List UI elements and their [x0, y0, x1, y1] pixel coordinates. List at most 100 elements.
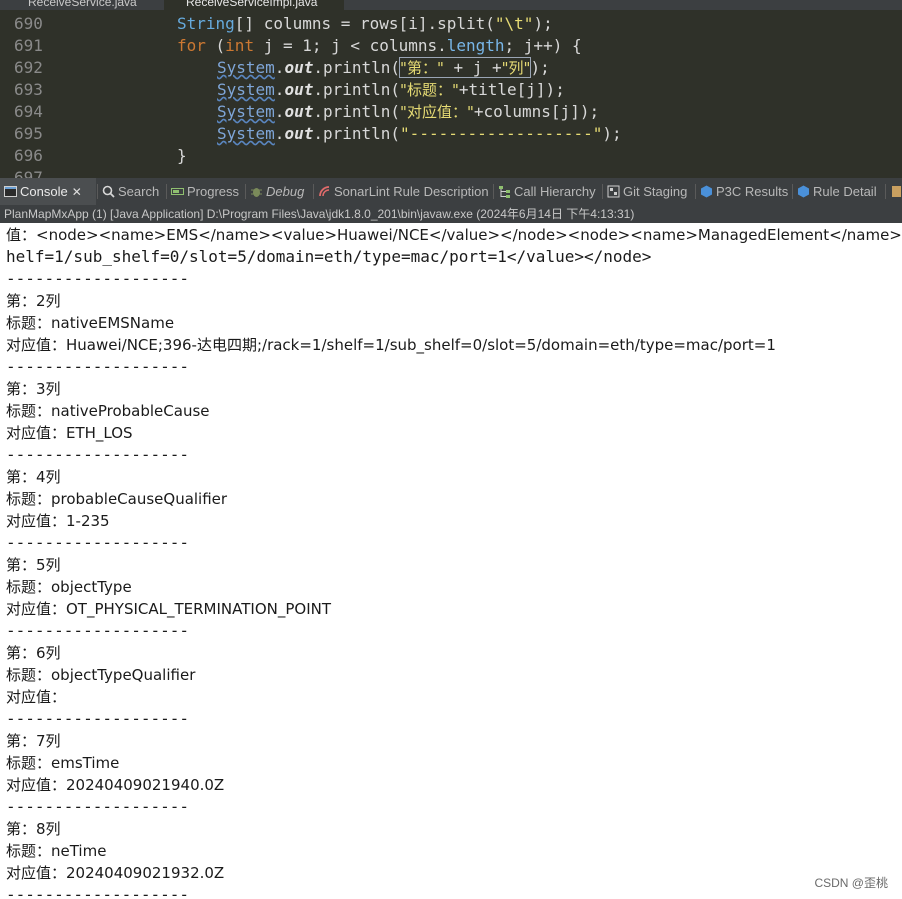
code-token: out: [284, 58, 314, 77]
code-token: "标题：": [400, 81, 459, 99]
console-line: 标题：objectTypeQualifier: [6, 666, 196, 684]
line-number: 696: [14, 146, 43, 165]
code-token: );: [533, 14, 553, 33]
tab-debug[interactable]: Debug: [246, 178, 312, 205]
tab-label: Call Hierarchy: [514, 184, 596, 199]
tab-label: Progress: [187, 184, 240, 199]
console-line: 对应值：20240409021932.0Z: [6, 864, 225, 882]
console-line: 第：3列: [6, 380, 61, 398]
call-hierarchy-icon: [498, 180, 511, 198]
line-number-gutter: 690 691 692 693 694 695 696 697: [0, 10, 66, 178]
editor-tab-receiveserviceimpl[interactable]: ReceiveServiceImpl.java: [164, 0, 344, 10]
code-token: +title[j]);: [458, 80, 565, 99]
code-editor[interactable]: ReceiveService.java ReceiveServiceImpl.j…: [0, 0, 902, 178]
console-line: 标题：neTime: [6, 842, 107, 860]
line-number: 692: [14, 58, 43, 77]
console-line: 对应值：1-235: [6, 512, 110, 530]
code-token: + j +: [443, 58, 502, 77]
code-token: "第：": [400, 59, 444, 77]
rule-detail-icon: [797, 180, 810, 198]
code-token: .: [274, 124, 285, 143]
code-token: (: [205, 36, 226, 55]
view-tab-bar: Console ✕ Search Progress Debug SonarLint…: [0, 178, 902, 206]
code-line-696[interactable]: }: [177, 145, 187, 167]
code-line-692[interactable]: System.out.println("第：" + j +"列");: [217, 57, 550, 79]
tab-sonarlint-rule-description[interactable]: SonarLint Rule Description: [314, 178, 492, 205]
code-line-690[interactable]: String[] columns = rows[i].split("\t");: [177, 13, 553, 35]
tab-label: Debug: [266, 184, 305, 199]
tab-label: Git Staging: [623, 184, 688, 199]
tab-label: Rule Detail: [813, 184, 877, 199]
code-token: "对应值：": [400, 103, 474, 121]
code-line-695[interactable]: System.out.println("-------------------"…: [217, 123, 622, 145]
code-token: "\t": [494, 14, 534, 33]
console-line: 对应值：: [6, 688, 67, 706]
console-line: 对应值：ETH_LOS: [6, 424, 133, 442]
console-line: 标题：nativeEMSName: [6, 314, 175, 332]
code-token: }: [177, 146, 187, 165]
console-line: -------------------: [6, 797, 190, 816]
tab-label: SonarLint Rule Description: [334, 184, 489, 199]
code-token: .println(: [313, 58, 401, 77]
p3c-icon: [700, 180, 713, 198]
tab-call-hierarchy[interactable]: Call Hierarchy: [494, 178, 602, 205]
code-token: System: [217, 80, 275, 99]
console-line: -------------------: [6, 885, 190, 899]
console-line: 值：<node><name>EMS</name><value>Huawei/NC…: [6, 226, 902, 244]
code-token: System: [217, 124, 275, 143]
line-number: 691: [14, 36, 43, 55]
tab-overflow[interactable]: [886, 178, 902, 205]
tab-rule-detail[interactable]: Rule Detail: [793, 178, 885, 205]
tab-progress[interactable]: Progress: [167, 178, 245, 205]
console-line: -------------------: [6, 357, 190, 376]
console-icon: [4, 180, 17, 197]
code-token: );: [530, 58, 550, 77]
console-output[interactable]: 值：<node><name>EMS</name><value>Huawei/NC…: [0, 223, 902, 899]
sonarlint-icon: [318, 180, 331, 197]
tab-console[interactable]: Console ✕: [0, 178, 96, 205]
code-token: System: [217, 58, 275, 77]
console-line: 第：5列: [6, 556, 61, 574]
code-token: +columns[j]);: [473, 102, 600, 121]
code-line-693[interactable]: System.out.println("标题："+title[j]);: [217, 79, 565, 101]
code-token: String: [177, 14, 235, 33]
code-token: out: [284, 124, 314, 143]
code-token: ; j++) {: [504, 36, 582, 55]
editor-tab-label: ReceiveServiceImpl.java: [186, 0, 318, 9]
code-token: out: [284, 102, 314, 121]
tab-label: Console: [20, 184, 68, 199]
console-line: -------------------: [6, 621, 190, 640]
editor-tab-bar: ReceiveService.java ReceiveServiceImpl.j…: [0, 0, 902, 10]
editor-tab-receiveservice[interactable]: ReceiveService.java: [4, 0, 154, 10]
close-icon[interactable]: ✕: [72, 185, 82, 199]
code-line-694[interactable]: System.out.println("对应值："+columns[j]);: [217, 101, 599, 123]
code-token: .println(: [313, 102, 401, 121]
code-token: for: [177, 36, 206, 55]
code-line-691[interactable]: for (int j = 1; j < columns.length; j++)…: [177, 35, 582, 57]
console-line: 标题：objectType: [6, 578, 132, 596]
editor-file-icon: [890, 180, 902, 197]
line-number: 697: [14, 168, 43, 178]
code-token: .println(: [313, 124, 401, 143]
bug-icon: [250, 180, 263, 197]
console-line: 标题：emsTime: [6, 754, 120, 772]
tab-search[interactable]: Search: [98, 178, 166, 205]
console-line: -------------------: [6, 445, 190, 464]
editor-tab-label: ReceiveService.java: [28, 0, 137, 9]
console-line: 第：4列: [6, 468, 61, 486]
tab-p3c-results[interactable]: P3C Results: [696, 178, 792, 205]
line-number: 694: [14, 102, 43, 121]
line-number: 690: [14, 14, 43, 33]
code-token: split: [437, 14, 486, 33]
tab-git-staging[interactable]: Git Staging: [603, 178, 695, 205]
process-label: PlanMapMxApp (1) [Java Application] D:\P…: [4, 207, 635, 221]
code-lines[interactable]: String[] columns = rows[i].split("\t"); …: [66, 10, 902, 178]
code-token: .: [274, 80, 285, 99]
code-token: int: [225, 36, 255, 55]
tab-label: Search: [118, 184, 160, 199]
line-number: 695: [14, 124, 43, 143]
console-line: 第：7列: [6, 732, 61, 750]
console-line: 标题：nativeProbableCause: [6, 402, 210, 420]
console-line: 第：8列: [6, 820, 61, 838]
console-process-info: PlanMapMxApp (1) [Java Application] D:\P…: [0, 205, 902, 223]
